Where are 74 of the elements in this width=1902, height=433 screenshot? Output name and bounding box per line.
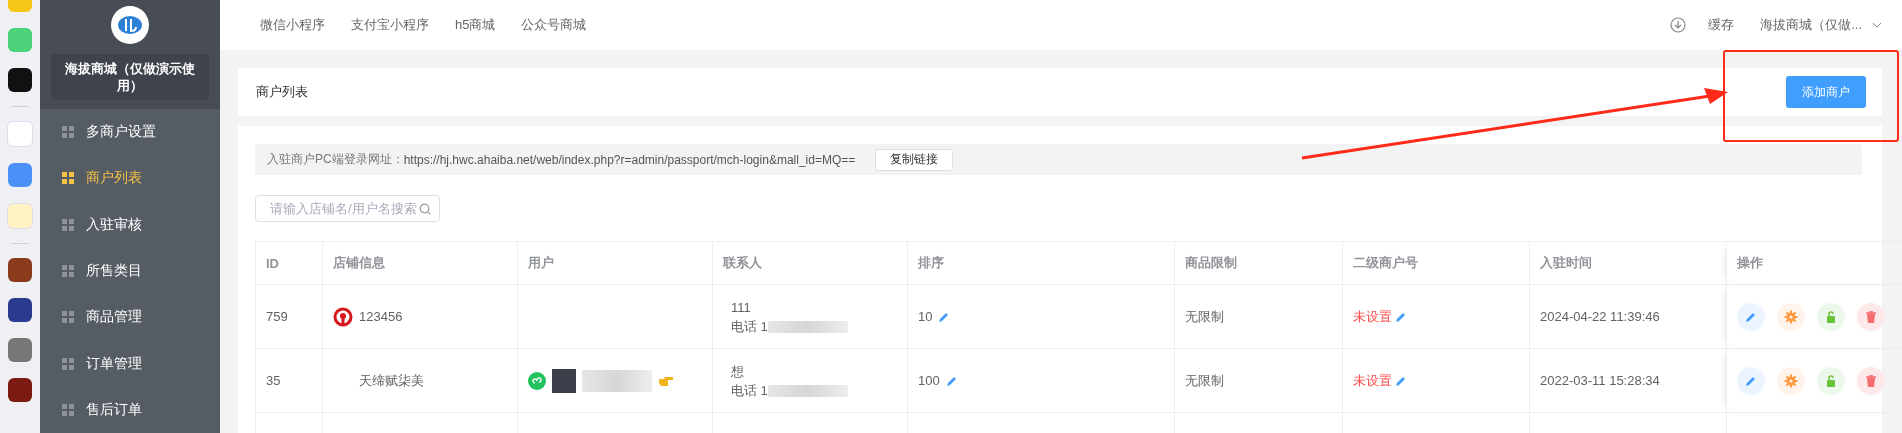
contact-phone: 电话 1	[731, 382, 768, 398]
page-title: 商户列表	[256, 83, 308, 101]
store-name: 海拔商城（仅做演示使用）	[51, 54, 209, 100]
grid-icon	[62, 126, 74, 139]
nav-tab[interactable]: 公众号商城	[521, 16, 587, 34]
pencil-icon[interactable]	[938, 310, 951, 323]
pencil-icon[interactable]	[1395, 374, 1407, 387]
cache-link[interactable]: 缓存	[1708, 16, 1735, 34]
avatar-placeholder	[552, 368, 576, 393]
grid-icon	[62, 311, 74, 324]
delete-icon[interactable]	[1857, 302, 1885, 331]
edit-icon[interactable]	[1737, 366, 1765, 395]
table-cell: 无限制	[1174, 348, 1343, 413]
sub-merchant-status: 未设置	[1353, 307, 1392, 326]
settings-icon[interactable]	[1777, 366, 1805, 395]
sort-value: 100	[918, 373, 940, 388]
download-icon[interactable]	[1670, 17, 1687, 33]
sort-value: 10	[918, 309, 933, 324]
table-cell: 无限制	[1174, 284, 1343, 349]
nav-tab[interactable]: h5商城	[455, 16, 496, 34]
table-cell: 35	[255, 348, 323, 413]
pencil-icon[interactable]	[945, 374, 958, 387]
sidebar-item[interactable]: 入驻审核	[40, 201, 220, 248]
store-name: 123456	[359, 309, 403, 324]
column-header: 操作	[1726, 241, 1902, 285]
nav-tab[interactable]: 支付宝小程序	[351, 16, 429, 34]
pointing-hand-icon	[658, 374, 674, 387]
delete-icon[interactable]	[1857, 366, 1885, 395]
column-header: 联系人	[712, 241, 908, 285]
sub-merchant-status: 未设置	[1353, 371, 1392, 390]
account-name[interactable]: 海拔商城（仅做...	[1760, 16, 1862, 34]
grid-icon	[62, 403, 74, 416]
grid-icon	[62, 265, 74, 277]
chevron-down-icon[interactable]	[1872, 22, 1882, 28]
sidebar-item[interactable]: 所售类目	[40, 247, 220, 295]
grid-icon	[62, 357, 74, 370]
column-header: 用户	[517, 241, 713, 285]
sidebar-item[interactable]: 售后订单	[40, 386, 220, 433]
pencil-icon[interactable]	[1395, 310, 1407, 323]
contact-name: 111	[731, 298, 752, 317]
table-cell: 2022-03-11 15:28:34	[1529, 348, 1727, 413]
login-url: https://hj.hwc.ahaiba.net/web/index.php?r=admin/passport/mch-login&mall_id=MQ==	[403, 152, 856, 167]
search-icon	[419, 202, 431, 215]
unlock-icon[interactable]	[1817, 366, 1845, 395]
grid-icon	[62, 218, 74, 231]
column-header: 二级商户号	[1342, 241, 1530, 285]
table-cell: 2024-04-22 11:39:46	[1529, 284, 1727, 349]
url-label: 入驻商户PC端登录网址：	[267, 151, 404, 168]
column-header: 排序	[907, 241, 1175, 285]
sidebar-item[interactable]: 商品管理	[40, 294, 220, 341]
store-name: 天缔赋柒美	[359, 371, 424, 390]
blurred-username	[582, 369, 652, 392]
copy-link-button[interactable]: 复制链接	[875, 148, 954, 171]
sidebar-item[interactable]: 订单管理	[40, 340, 220, 387]
column-header: 商品限制	[1174, 241, 1343, 285]
column-header: 入驻时间	[1529, 241, 1727, 285]
app-icon[interactable]	[8, 298, 32, 322]
grid-icon	[62, 172, 74, 185]
settings-icon[interactable]	[1777, 302, 1805, 331]
search-field[interactable]: 请输入店铺名/用户名搜索	[255, 195, 440, 222]
nav-tab[interactable]: 微信小程序	[260, 16, 325, 34]
column-header: ID	[255, 241, 323, 285]
sidebar-item[interactable]: 多商户设置	[40, 109, 220, 156]
column-header: 店铺信息	[322, 241, 518, 285]
app-icon[interactable]	[8, 68, 32, 92]
logo-icon	[111, 6, 149, 44]
app-icon[interactable]	[8, 378, 32, 402]
table-cell: 759	[255, 284, 323, 349]
app-icon[interactable]	[8, 258, 32, 282]
unlock-icon[interactable]	[1817, 302, 1845, 331]
edit-icon[interactable]	[1737, 302, 1765, 331]
sidebar-item[interactable]: 商户列表	[40, 155, 220, 202]
contact-name: 想	[731, 362, 745, 381]
contact-phone: 电话 1	[731, 318, 768, 334]
